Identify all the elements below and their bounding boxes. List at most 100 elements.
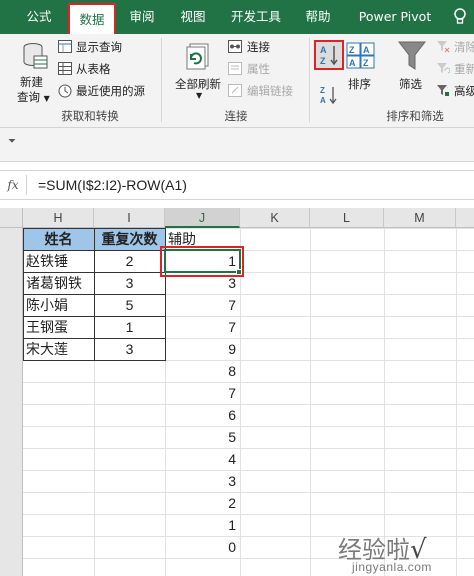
lightbulb-icon[interactable] (446, 0, 474, 34)
select-all-corner[interactable] (0, 208, 23, 228)
new-query-label-1[interactable]: 新建 (20, 74, 43, 90)
column-header-l[interactable]: L (310, 208, 384, 228)
group-label-connections: 连接 (224, 109, 248, 123)
filter-icon[interactable] (397, 40, 427, 75)
sort-descending-icon[interactable]: Z A (318, 84, 340, 109)
edit-links-icon (228, 84, 242, 100)
connections-button[interactable]: 连接 (247, 39, 270, 55)
grid-row-line (23, 470, 474, 471)
table-divider (23, 250, 166, 251)
row-header-strip (0, 228, 23, 576)
grid-row-line (23, 382, 474, 383)
group-label-sort-filter: 排序和筛选 (386, 109, 444, 123)
recent-sources-button[interactable]: 最近使用的源 (76, 83, 145, 99)
tab-developer[interactable]: 开发工具 (224, 0, 288, 34)
table-row-repeat[interactable]: 2 (94, 250, 165, 272)
grid-row-line (23, 448, 474, 449)
helper-cell[interactable]: 0 (165, 536, 240, 558)
new-query-label-2[interactable]: 查询 ▼ (17, 89, 50, 105)
table-row-name[interactable]: 宋大莲 (23, 338, 94, 360)
helper-cell[interactable]: 3 (165, 470, 240, 492)
grid-row-line (23, 404, 474, 405)
customize-dropdown-icon[interactable]: ⏷ (8, 136, 16, 147)
helper-cell[interactable]: 7 (165, 316, 240, 338)
highlight-box (160, 246, 244, 277)
refresh-all-button[interactable]: 全部刷新 (175, 76, 221, 92)
properties-button[interactable]: 属性 (247, 61, 270, 77)
helper-cell[interactable]: 1 (165, 514, 240, 536)
table-row-repeat[interactable]: 3 (94, 338, 165, 360)
sort-dialog-icon[interactable]: Z A A Z (346, 42, 376, 73)
recent-sources-icon (58, 84, 72, 101)
helper-cell[interactable]: 6 (165, 404, 240, 426)
column-header-n[interactable] (456, 208, 474, 228)
table-row-name[interactable]: 王钢蛋 (23, 316, 94, 338)
chevron-down-icon: ▼ (43, 94, 50, 103)
helper-cell[interactable]: 2 (165, 492, 240, 514)
tab-review[interactable]: 审阅 (122, 0, 162, 34)
ribbon-divider (309, 38, 310, 122)
new-query-label-2-text: 查询 (17, 90, 40, 104)
grid-row-line (23, 514, 474, 515)
helper-cell[interactable]: 9 (165, 338, 240, 360)
tab-help[interactable]: 帮助 (296, 0, 340, 34)
from-table-icon (58, 62, 72, 78)
header-name[interactable]: 姓名 (23, 228, 94, 250)
from-table-button[interactable]: 从表格 (76, 61, 111, 77)
ribbon-panel: 新建 查询 ▼ 显示查询 从表格 最近使用的源 获取和转换 全部刷新 ▼ 连接 … (0, 34, 474, 128)
clear-button[interactable]: 清除 (454, 39, 474, 55)
fill-handle[interactable] (236, 269, 242, 275)
reapply-button[interactable]: 重新 (454, 61, 474, 77)
show-queries-icon (58, 40, 72, 56)
show-queries-button[interactable]: 显示查询 (76, 39, 122, 55)
sort-ascending-icon[interactable]: A Z (314, 40, 344, 70)
column-header-i[interactable]: I (94, 208, 165, 228)
advanced-button[interactable]: 高级 (454, 83, 474, 99)
refresh-all-icon[interactable] (184, 42, 214, 75)
column-header-k[interactable]: K (240, 208, 310, 228)
ribbon-tab-bar: 公式 数据 审阅 视图 开发工具 帮助 Power Pivot (0, 0, 474, 34)
helper-cell[interactable]: 7 (165, 382, 240, 404)
column-header-j[interactable]: J (165, 208, 240, 228)
tab-data[interactable]: 数据 (68, 3, 116, 34)
grid-row-line (23, 360, 474, 361)
table-row-repeat[interactable]: 1 (94, 316, 165, 338)
grid-column-line (456, 228, 457, 576)
quick-access-strip: ⏷ (0, 128, 474, 162)
helper-cell[interactable]: 8 (165, 360, 240, 382)
grid-row-line (23, 426, 474, 427)
chevron-down-icon[interactable]: ▼ (196, 91, 202, 100)
table-row-name[interactable]: 赵铁锤 (23, 250, 94, 272)
table-row-repeat[interactable]: 3 (94, 272, 165, 294)
edit-links-button[interactable]: 编辑链接 (247, 83, 293, 99)
reapply-icon (436, 62, 451, 78)
grid-column-line (384, 228, 385, 576)
tab-formulas[interactable]: 公式 (16, 0, 62, 34)
tab-view[interactable]: 视图 (172, 0, 214, 34)
fx-icon[interactable]: fx (0, 171, 26, 199)
sort-button[interactable]: 排序 (348, 76, 371, 92)
filter-button[interactable]: 筛选 (399, 76, 422, 92)
helper-cell[interactable]: 5 (165, 426, 240, 448)
helper-cell[interactable]: 7 (165, 294, 240, 316)
table-divider (23, 294, 166, 295)
table-divider (23, 316, 166, 317)
table-row-name[interactable]: 陈小娟 (23, 294, 94, 316)
header-repeat-count[interactable]: 重复次数 (94, 228, 165, 250)
svg-text:Z: Z (349, 45, 355, 55)
helper-cell[interactable]: 4 (165, 448, 240, 470)
grid-column-line (240, 228, 241, 576)
group-label-get-transform: 获取和转换 (61, 109, 119, 123)
column-header-m[interactable]: M (384, 208, 456, 228)
table-row-repeat[interactable]: 5 (94, 294, 165, 316)
new-query-icon[interactable] (22, 42, 48, 75)
advanced-filter-icon (436, 84, 450, 100)
table-divider (23, 338, 166, 339)
column-header-h[interactable]: H (23, 208, 94, 228)
watermark-url: jingyanla.com (352, 560, 432, 574)
formula-input[interactable]: =SUM(I$2:I2)-ROW(A1) (38, 171, 187, 199)
tab-power-pivot[interactable]: Power Pivot (348, 0, 442, 34)
spreadsheet-grid: H I J K L M 姓名 重复次数 辅助 赵铁锤 2 诸葛钢铁 3 陈小娟 … (0, 208, 474, 576)
formula-bar: fx =SUM(I$2:I2)-ROW(A1) (0, 170, 474, 200)
table-row-name[interactable]: 诸葛钢铁 (23, 272, 94, 294)
